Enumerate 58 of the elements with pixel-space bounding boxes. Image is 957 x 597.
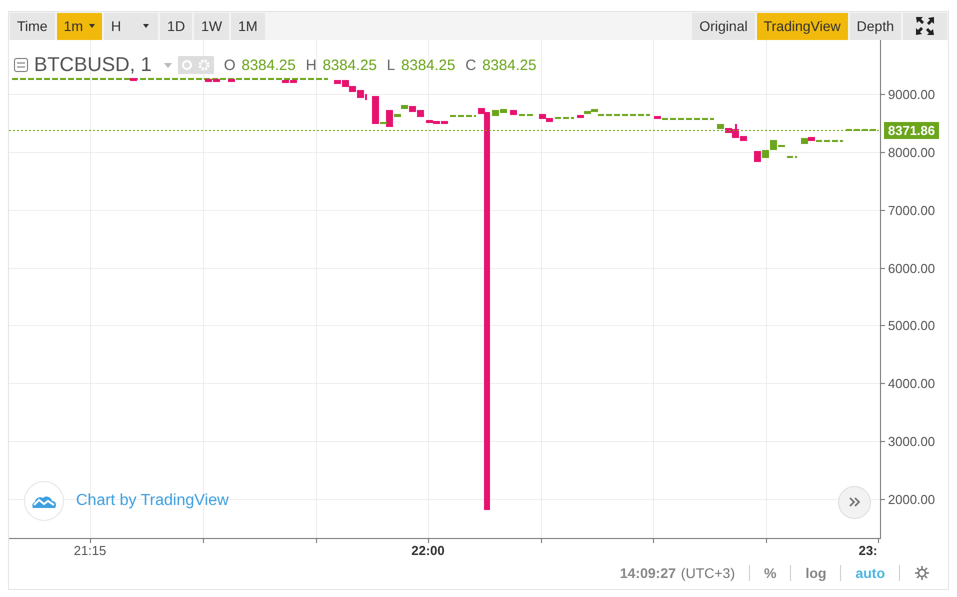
interval-button[interactable]: 1D xyxy=(160,13,192,40)
settings-button[interactable] xyxy=(914,565,930,582)
ohlc-key: L xyxy=(386,56,396,74)
price-label: 5000.00 xyxy=(888,318,935,333)
flat-candles-line xyxy=(555,116,574,119)
candle xyxy=(228,78,235,82)
candle-wick xyxy=(365,94,367,100)
ohlc-value: 8384.25 xyxy=(322,56,377,74)
scale-option[interactable]: log xyxy=(805,565,826,582)
collapse-icon[interactable] xyxy=(14,58,28,72)
interval-button[interactable]: 1m xyxy=(56,13,102,40)
candle-wick xyxy=(735,124,737,130)
interval-button[interactable]: 1M xyxy=(231,13,265,40)
timezone-label[interactable]: (UTC+3) xyxy=(680,565,735,582)
price-label: 2000.00 xyxy=(888,492,935,507)
symbol-title: BTCBUSD, 1 xyxy=(34,54,152,77)
time-label: 21:15 xyxy=(74,542,106,558)
fullscreen-button[interactable] xyxy=(903,13,947,40)
price-tag: 8371.86 xyxy=(884,122,939,139)
candle xyxy=(510,110,517,115)
price-label: 7000.00 xyxy=(888,202,935,218)
view-tab[interactable]: Original xyxy=(692,13,755,40)
double-chevron-icon xyxy=(848,497,860,508)
price-label: 3000.00 xyxy=(888,434,935,449)
time-label: 23: xyxy=(858,542,878,558)
view-tab[interactable]: Depth xyxy=(850,13,901,40)
clock-time: 14:09:27 xyxy=(620,565,676,582)
price-label: 4000.00 xyxy=(888,376,935,391)
flat-candles-line xyxy=(816,140,843,142)
scroll-button[interactable] xyxy=(838,486,871,519)
flat-candles-line xyxy=(519,114,535,116)
ohlc-value: 8384.25 xyxy=(241,56,296,74)
caret-icon xyxy=(143,24,150,28)
candle xyxy=(654,116,661,119)
ohlc-key: C xyxy=(465,56,476,74)
logo-badge[interactable] xyxy=(24,480,64,521)
scale-option[interactable]: % xyxy=(764,565,776,582)
flat-candles-line xyxy=(846,128,878,131)
settings-icon xyxy=(914,565,930,582)
fullscreen-icon xyxy=(915,16,935,36)
price-label: 6000.00 xyxy=(888,260,935,276)
price-label: 9000.00 xyxy=(888,86,935,102)
view-tab[interactable]: TradingView xyxy=(756,13,848,40)
interval-button[interactable]: H xyxy=(104,13,158,40)
time-label: 22:00 xyxy=(411,542,445,558)
ohlc-key: O xyxy=(224,56,236,74)
interval-button[interactable]: 1W xyxy=(194,13,230,40)
ohlc-key: H xyxy=(306,56,317,74)
ohlc-value: 8384.25 xyxy=(482,56,536,74)
price-label: 8000.00 xyxy=(888,144,935,160)
time-label: Time xyxy=(10,13,55,40)
flat-candles-line xyxy=(662,118,714,120)
candle xyxy=(130,78,137,81)
flat-candles-line xyxy=(787,156,797,158)
ohlc-value: 8384.25 xyxy=(401,56,456,74)
flat-candles-line xyxy=(598,114,650,116)
flat-candles-line xyxy=(450,114,476,117)
caret-icon xyxy=(89,24,96,28)
